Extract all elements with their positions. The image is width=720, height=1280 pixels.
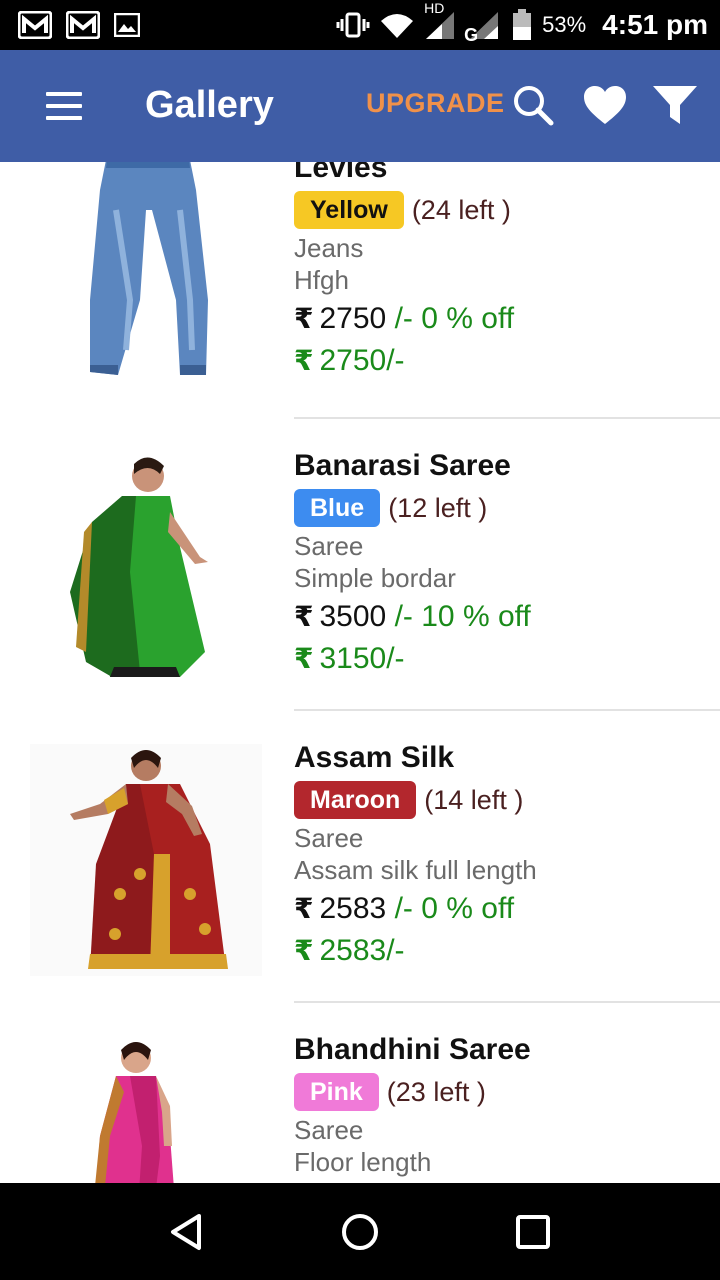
page-title: Gallery	[145, 84, 274, 126]
product-name: Bhandhini Saree	[294, 1033, 531, 1066]
system-status: HD G 53% 4:51 pm	[336, 0, 708, 45]
discount-text: /- 0 % off	[394, 892, 515, 925]
final-price-value: 2583/-	[319, 934, 405, 967]
product-info: Bhandhini Saree Pink (23 left ) Saree Fl…	[294, 1030, 720, 1178]
rupee-icon: ₹	[294, 345, 314, 376]
original-price: ₹2583 /- 0 % off	[294, 886, 720, 932]
stock-count: (12 left )	[388, 492, 488, 523]
color-badge: Maroon	[294, 781, 417, 819]
list-item[interactable]: Banarasi Saree Blue (12 left ) Saree Sim…	[0, 446, 720, 738]
network-hd-label: HD	[424, 0, 445, 16]
vibrate-icon	[336, 12, 370, 38]
product-category: Saree	[294, 1115, 364, 1145]
color-row: Yellow (24 left )	[294, 188, 720, 232]
final-price: ₹2750/-	[294, 338, 720, 384]
final-price: ₹2583/-	[294, 928, 720, 974]
divider	[294, 1001, 720, 1003]
product-description: Assam silk full length	[294, 855, 537, 885]
upgrade-button[interactable]: UPGRADE	[366, 88, 505, 119]
price-value: 2750	[319, 302, 387, 335]
product-image	[30, 162, 262, 382]
stock-count: (23 left )	[386, 1076, 486, 1107]
product-category: Saree	[294, 531, 364, 561]
product-info: Banarasi Saree Blue (12 left ) Saree Sim…	[294, 446, 720, 682]
clock: 4:51 pm	[602, 9, 708, 40]
final-price: ₹3150/-	[294, 636, 720, 682]
product-description: Floor length	[294, 1147, 432, 1177]
color-row: Pink (23 left )	[294, 1070, 720, 1114]
final-price-value: 2750/-	[319, 344, 405, 377]
discount-text: /- 10 % off	[394, 600, 531, 633]
gmail-icon	[66, 11, 100, 39]
product-image	[30, 1036, 262, 1183]
product-category: Saree	[294, 823, 364, 853]
list-item[interactable]: Levies Yellow (24 left ) Jeans Hfgh ₹275…	[0, 162, 720, 444]
search-icon[interactable]	[512, 84, 554, 131]
product-name: Levies	[294, 162, 388, 184]
heart-icon[interactable]	[583, 85, 627, 130]
network-type-label: G	[464, 25, 479, 45]
divider	[294, 417, 720, 419]
original-price: ₹2750 /- 0 % off	[294, 296, 720, 342]
rupee-icon: ₹	[294, 601, 314, 632]
price-value: 2583	[319, 892, 387, 925]
color-badge: Blue	[294, 489, 381, 527]
product-image	[30, 452, 262, 684]
color-row: Blue (12 left )	[294, 486, 720, 530]
product-description: Hfgh	[294, 265, 349, 295]
notification-icons	[18, 11, 140, 39]
price-value: 3500	[319, 600, 387, 633]
original-price: ₹3500 /- 10 % off	[294, 594, 720, 640]
home-icon[interactable]	[340, 1212, 380, 1252]
filter-icon[interactable]	[652, 84, 698, 131]
color-badge: Yellow	[294, 191, 404, 229]
list-item[interactable]: Assam Silk Maroon (14 left ) Saree Assam…	[0, 738, 720, 1030]
discount-text: /- 0 % off	[394, 302, 515, 335]
color-badge: Pink	[294, 1073, 379, 1111]
product-name: Assam Silk	[294, 741, 455, 774]
stock-count: (24 left )	[411, 194, 511, 225]
rupee-icon: ₹	[294, 643, 314, 674]
battery-icon	[512, 9, 532, 41]
product-info: Levies Yellow (24 left ) Jeans Hfgh ₹275…	[294, 162, 720, 384]
recent-apps-icon[interactable]	[513, 1212, 553, 1252]
final-price-value: 3150/-	[319, 642, 405, 675]
product-description: Simple bordar	[294, 563, 456, 593]
product-name: Banarasi Saree	[294, 449, 511, 482]
list-item[interactable]: Bhandhini Saree Pink (23 left ) Saree Fl…	[0, 1030, 720, 1183]
stock-count: (14 left )	[424, 784, 524, 815]
product-category: Jeans	[294, 233, 364, 263]
image-icon	[114, 13, 140, 37]
product-list[interactable]: Levies Yellow (24 left ) Jeans Hfgh ₹275…	[0, 162, 720, 1183]
navigation-bar	[0, 1183, 720, 1280]
gmail-icon	[18, 11, 52, 39]
status-bar: HD G 53% 4:51 pm	[0, 0, 720, 50]
signal-icon: HD	[424, 0, 458, 40]
battery-percent: 53%	[542, 12, 587, 37]
menu-icon[interactable]	[46, 92, 82, 122]
divider	[294, 709, 720, 711]
rupee-icon: ₹	[294, 303, 314, 334]
rupee-icon: ₹	[294, 935, 314, 966]
rupee-icon: ₹	[294, 893, 314, 924]
product-image	[30, 744, 262, 976]
color-row: Maroon (14 left )	[294, 778, 720, 822]
app-bar: Gallery UPGRADE	[0, 50, 720, 162]
product-info: Assam Silk Maroon (14 left ) Saree Assam…	[294, 738, 720, 974]
back-icon[interactable]	[167, 1212, 207, 1252]
wifi-icon	[380, 11, 414, 39]
signal-icon: G	[464, 10, 502, 45]
